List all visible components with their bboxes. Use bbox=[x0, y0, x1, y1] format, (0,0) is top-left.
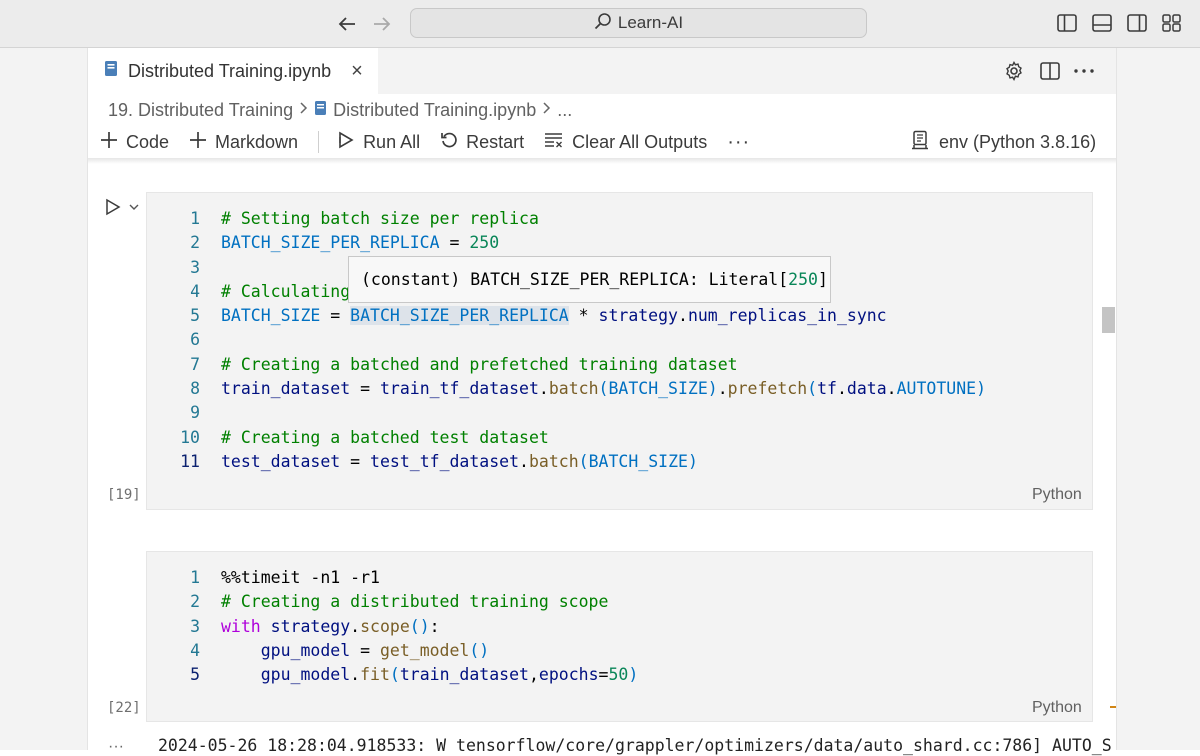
line-number: 8 bbox=[190, 379, 200, 399]
clear-all-icon bbox=[544, 132, 564, 153]
cell-language[interactable]: Python bbox=[1032, 486, 1082, 504]
add-code-button[interactable]: Code bbox=[100, 131, 169, 154]
line-number: 5 bbox=[190, 306, 200, 326]
line-number-current: 5 bbox=[190, 665, 200, 685]
clear-all-outputs-button[interactable]: Clear All Outputs bbox=[544, 132, 707, 153]
toggle-secondary-sidebar-icon[interactable] bbox=[1126, 12, 1148, 34]
command-center-search[interactable]: Learn-AI bbox=[410, 8, 867, 38]
left-gutter bbox=[0, 48, 88, 750]
kernel-label: env (Python 3.8.16) bbox=[939, 131, 1097, 152]
chevron-right-icon bbox=[299, 101, 308, 120]
more-icon: ··· bbox=[727, 130, 751, 153]
notebook-file-icon bbox=[104, 60, 118, 82]
gear-icon[interactable] bbox=[1001, 58, 1027, 84]
arrow-right-icon[interactable] bbox=[368, 10, 396, 38]
line-numbers: 1 2 3 4 5 6 7 8 9 10 11 bbox=[160, 207, 200, 474]
restart-button[interactable]: Restart bbox=[440, 131, 524, 154]
hover-tooltip: (constant) BATCH_SIZE_PER_REPLICA: Liter… bbox=[348, 256, 831, 303]
search-label: Learn-AI bbox=[617, 13, 684, 32]
cell-output: 2024-05-26 18:28:04.918533: W tensorflow… bbox=[158, 736, 1112, 755]
toggle-panel-icon[interactable] bbox=[1091, 12, 1113, 34]
chevron-down-icon[interactable] bbox=[128, 200, 142, 214]
add-code-label: Code bbox=[126, 131, 170, 152]
plus-icon bbox=[100, 131, 118, 154]
run-all-button[interactable]: Run All bbox=[337, 131, 420, 154]
kernel-icon bbox=[910, 130, 930, 155]
line-number: 10 bbox=[180, 427, 200, 447]
add-markdown-label: Markdown bbox=[215, 131, 299, 152]
arrow-left-icon[interactable] bbox=[333, 10, 361, 38]
tab-label: Distributed Training.ipynb bbox=[128, 60, 332, 81]
cell-language[interactable]: Python bbox=[1032, 699, 1082, 717]
notebook-file-icon bbox=[314, 100, 327, 121]
breadcrumb-more[interactable]: ... bbox=[557, 100, 572, 121]
line-number: 9 bbox=[190, 403, 200, 423]
execution-count: [22] bbox=[107, 700, 141, 716]
clear-all-outputs-label: Clear All Outputs bbox=[572, 131, 708, 152]
line-number-current: 11 bbox=[180, 451, 200, 471]
line-number: 2 bbox=[190, 592, 200, 612]
line-number: 1 bbox=[190, 209, 200, 228]
line-number: 2 bbox=[190, 233, 200, 253]
restart-icon bbox=[440, 131, 458, 154]
tab-distributed-training[interactable]: Distributed Training.ipynb × bbox=[88, 48, 378, 94]
line-number: 3 bbox=[190, 257, 200, 277]
line-number: 7 bbox=[190, 354, 200, 374]
right-gutter bbox=[1116, 48, 1200, 750]
run-all-icon bbox=[337, 131, 355, 154]
toolbar-divider bbox=[318, 131, 320, 153]
split-editor-icon[interactable] bbox=[1037, 58, 1063, 84]
execution-count: [19] bbox=[107, 487, 141, 503]
breadcrumb-file[interactable]: Distributed Training.ipynb bbox=[333, 100, 536, 121]
line-number: 4 bbox=[190, 281, 200, 301]
toolbar-shadow bbox=[88, 158, 1116, 164]
line-numbers: 1 2 3 4 5 bbox=[160, 566, 200, 687]
hover-text-end: ] bbox=[817, 270, 828, 289]
plus-icon bbox=[189, 131, 207, 154]
code-editor[interactable]: %%timeit -n1 -r1 # Creating a distributed… bbox=[221, 566, 638, 687]
customize-layout-icon[interactable] bbox=[1161, 12, 1183, 34]
toggle-primary-sidebar-icon[interactable] bbox=[1056, 12, 1078, 34]
line-number: 3 bbox=[190, 616, 200, 636]
restart-label: Restart bbox=[466, 131, 525, 152]
breadcrumb-folder[interactable]: 19. Distributed Training bbox=[108, 100, 293, 121]
hover-value: 250 bbox=[788, 270, 818, 289]
run-cell-icon[interactable] bbox=[104, 198, 122, 216]
line-number: 4 bbox=[190, 640, 200, 660]
add-markdown-button[interactable]: Markdown bbox=[189, 131, 298, 154]
chevron-right-icon bbox=[542, 101, 551, 120]
more-icon[interactable] bbox=[1071, 58, 1097, 84]
kernel-picker[interactable]: env (Python 3.8.16) bbox=[910, 128, 1096, 156]
close-icon[interactable]: × bbox=[351, 60, 363, 83]
line-number: 6 bbox=[190, 330, 200, 350]
run-all-label: Run All bbox=[363, 131, 421, 152]
output-more-icon[interactable]: ··· bbox=[108, 738, 124, 756]
overview-ruler-marker bbox=[1110, 706, 1116, 708]
scrollbar-thumb[interactable] bbox=[1102, 307, 1115, 333]
search-icon bbox=[594, 12, 612, 35]
hover-text: (constant) BATCH_SIZE_PER_REPLICA: Liter… bbox=[361, 270, 789, 289]
line-number: 1 bbox=[190, 568, 200, 587]
code-editor[interactable]: # Setting batch size per replica BATCH_SI… bbox=[221, 207, 986, 474]
breadcrumb: 19. Distributed Training Distributed Tra… bbox=[108, 98, 572, 122]
toolbar-more-button[interactable]: ··· bbox=[727, 131, 750, 154]
